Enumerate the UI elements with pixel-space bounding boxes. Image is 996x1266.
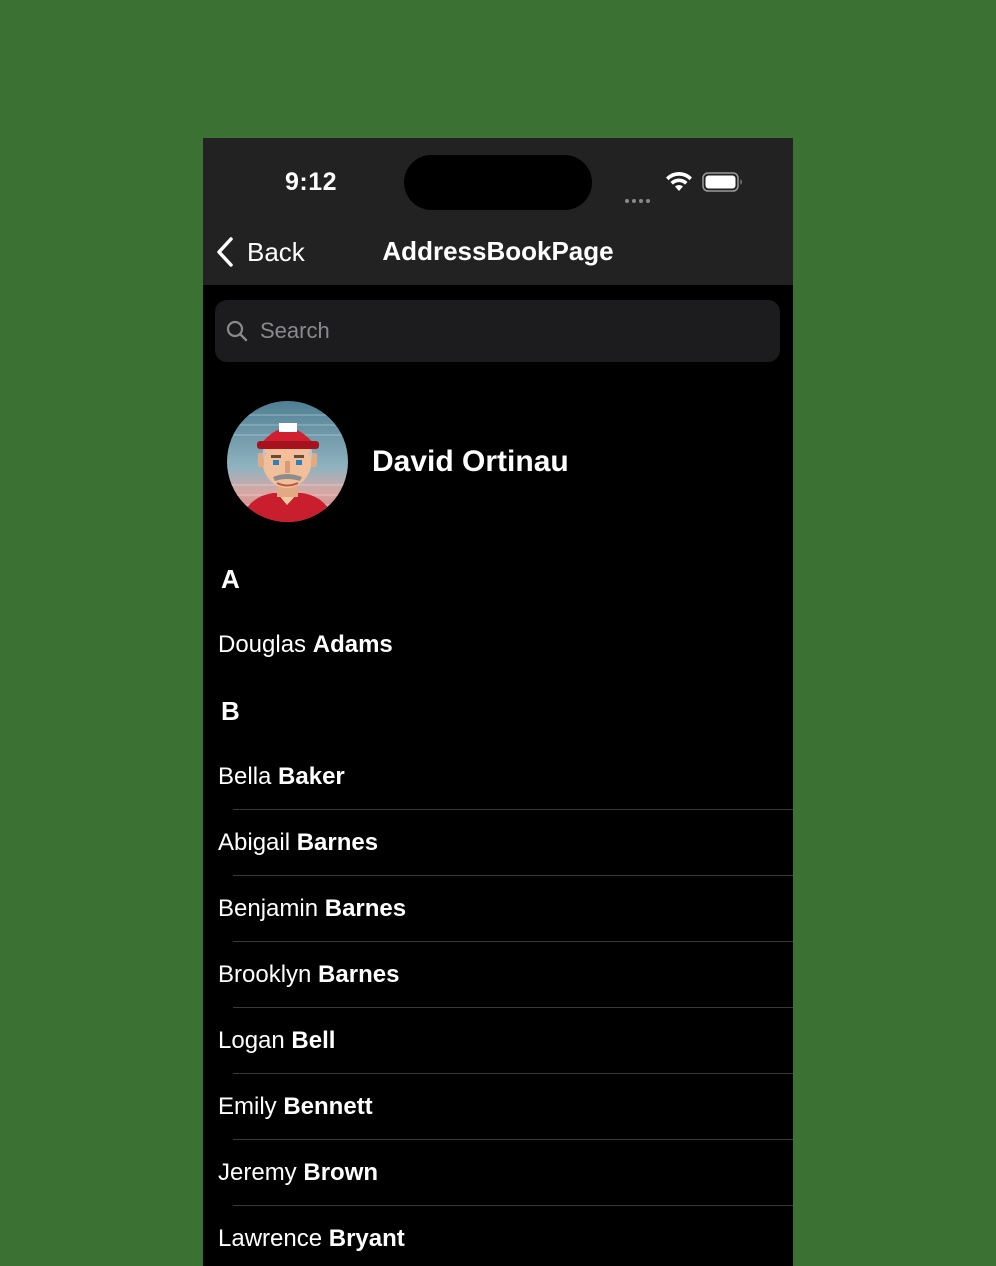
contact-name: Emily Bennett bbox=[218, 1093, 373, 1120]
section-header-a: A bbox=[221, 564, 240, 594]
dynamic-island bbox=[404, 155, 592, 210]
status-time: 9:12 bbox=[285, 168, 338, 196]
contact-name: Logan Bell bbox=[218, 1027, 336, 1054]
search-bar[interactable] bbox=[215, 300, 780, 362]
wifi-icon bbox=[666, 171, 692, 191]
contact-name: Douglas Adams bbox=[218, 631, 393, 658]
contact-row[interactable]: Lawrence Bryant bbox=[203, 1206, 793, 1266]
page-title: AddressBookPage bbox=[382, 236, 614, 266]
contact-name: Brooklyn Barnes bbox=[218, 961, 400, 988]
section-header-b: B bbox=[221, 696, 240, 726]
avatar bbox=[227, 401, 348, 522]
contact-name: Lawrence Bryant bbox=[218, 1225, 405, 1252]
contact-row[interactable]: Logan Bell bbox=[203, 1008, 793, 1074]
app-screen: 9:12 Back AddressBookPage Search David O… bbox=[203, 138, 793, 1266]
search-input[interactable] bbox=[258, 317, 762, 345]
contact-row[interactable]: Emily Bennett bbox=[203, 1074, 793, 1140]
profile-name: David Ortinau bbox=[372, 444, 569, 478]
contact-row[interactable]: Douglas Adams bbox=[203, 612, 793, 678]
contact-name: Benjamin Barnes bbox=[218, 895, 407, 922]
contact-name: Bella Baker bbox=[218, 763, 345, 790]
contact-name: Jeremy Brown bbox=[218, 1159, 379, 1186]
contact-row[interactable]: Benjamin Barnes bbox=[203, 876, 793, 942]
contact-row[interactable]: Abigail Barnes bbox=[203, 810, 793, 876]
contact-name: Abigail Barnes bbox=[218, 829, 379, 856]
contact-row[interactable]: Bella Baker bbox=[203, 744, 793, 810]
battery-icon bbox=[702, 172, 742, 192]
contact-row[interactable]: Jeremy Brown bbox=[203, 1140, 793, 1206]
search-icon bbox=[226, 320, 248, 342]
navigation-header: 9:12 Back AddressBookPage bbox=[203, 138, 793, 285]
profile-header[interactable]: David Ortinau bbox=[227, 401, 569, 522]
cellular-signal-icon bbox=[625, 185, 657, 203]
contact-row[interactable]: Brooklyn Barnes bbox=[203, 942, 793, 1008]
